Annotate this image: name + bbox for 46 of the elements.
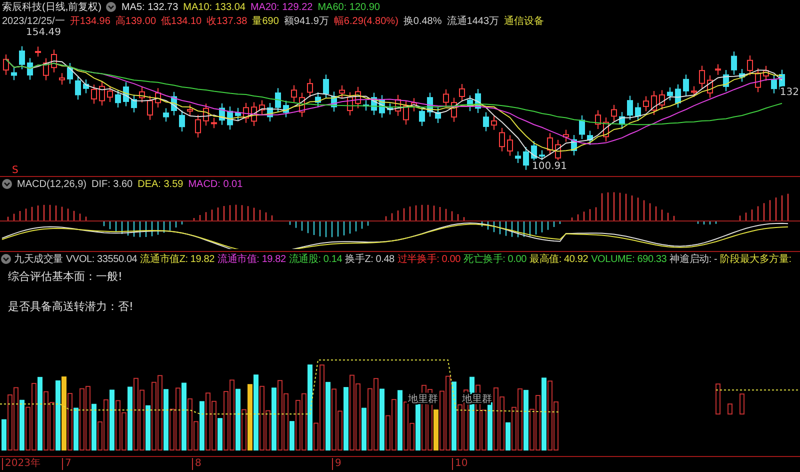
quote-detail: 幅6.29(4.80%) bbox=[334, 14, 398, 28]
assessment-text: 是否具备高送转潜力：否! bbox=[8, 300, 134, 314]
axis-label: 2023年 bbox=[2, 458, 40, 470]
quote-detail: 换0.48% bbox=[403, 14, 442, 28]
quote-detail: 通信设备 bbox=[504, 14, 544, 28]
indicator-value: VVOL: 33550.04 bbox=[66, 252, 138, 266]
axis-label: 7 bbox=[62, 458, 72, 470]
indicator-value: DEA: 3.59 bbox=[138, 178, 184, 190]
collapse-icon bbox=[1, 254, 11, 264]
assessment-text: 综合评估基本面：一般! bbox=[8, 270, 124, 284]
indicator-value: MACD(12,26,9) bbox=[17, 178, 86, 190]
indicator-value: 阶段最大多方量: bbox=[720, 252, 792, 266]
indicator-value: 流通市值Z: 19.82 bbox=[140, 252, 214, 266]
quote-detail: 流通1443万 bbox=[446, 14, 500, 28]
quote-detail: 量690 bbox=[252, 14, 279, 28]
collapse-icon bbox=[106, 2, 116, 12]
ma-value: MA60: 120.90 bbox=[318, 0, 380, 14]
quote-detail: 收137.38 bbox=[206, 14, 248, 28]
axis-label: 10 bbox=[452, 458, 468, 470]
indicator-value: 最高值: 40.92 bbox=[529, 252, 588, 266]
indicator-value: 过半换手: 0.00 bbox=[397, 252, 460, 266]
axis-label: 8 bbox=[192, 458, 202, 470]
indicator-value: DIF: 3.60 bbox=[91, 178, 133, 190]
indicator-value: MACD: 0.01 bbox=[188, 178, 243, 190]
ma-value: MA10: 133.04 bbox=[183, 0, 246, 14]
quote-detail: 高139.00 bbox=[115, 14, 156, 28]
indicator-value: 换手Z: 0.48 bbox=[345, 252, 394, 266]
price-label: 100.91 bbox=[532, 161, 567, 172]
indicator-value: 死亡换手: 0.00 bbox=[463, 252, 526, 266]
indicator-value: 流通市值: 19.82 bbox=[217, 252, 286, 266]
quote-detail: 2023/12/25/一 bbox=[2, 14, 65, 28]
axis-label: 9 bbox=[332, 458, 342, 470]
indicator-value: 九天成交量 bbox=[14, 252, 64, 266]
collapse-icon bbox=[2, 179, 12, 189]
volume-bars-recent bbox=[716, 384, 744, 414]
quote-detail: 开134.96 bbox=[70, 14, 110, 28]
indicator-value: 神逾启动: - bbox=[670, 252, 718, 266]
quote-detail: 低134.10 bbox=[161, 14, 202, 28]
quote-detail: 额941.9万 bbox=[284, 14, 329, 28]
ma-value: MA5: 132.73 bbox=[121, 0, 178, 14]
price-label: 132 bbox=[780, 87, 799, 98]
indicator-value: VOLUME: 690.33 bbox=[591, 252, 667, 266]
signal-mark: S bbox=[12, 165, 18, 174]
indicator-value: 流通股: 0.14 bbox=[288, 252, 342, 266]
chart-title: 索辰科技(日线,前复权) bbox=[2, 0, 102, 14]
ma-value: MA20: 129.22 bbox=[250, 0, 313, 14]
